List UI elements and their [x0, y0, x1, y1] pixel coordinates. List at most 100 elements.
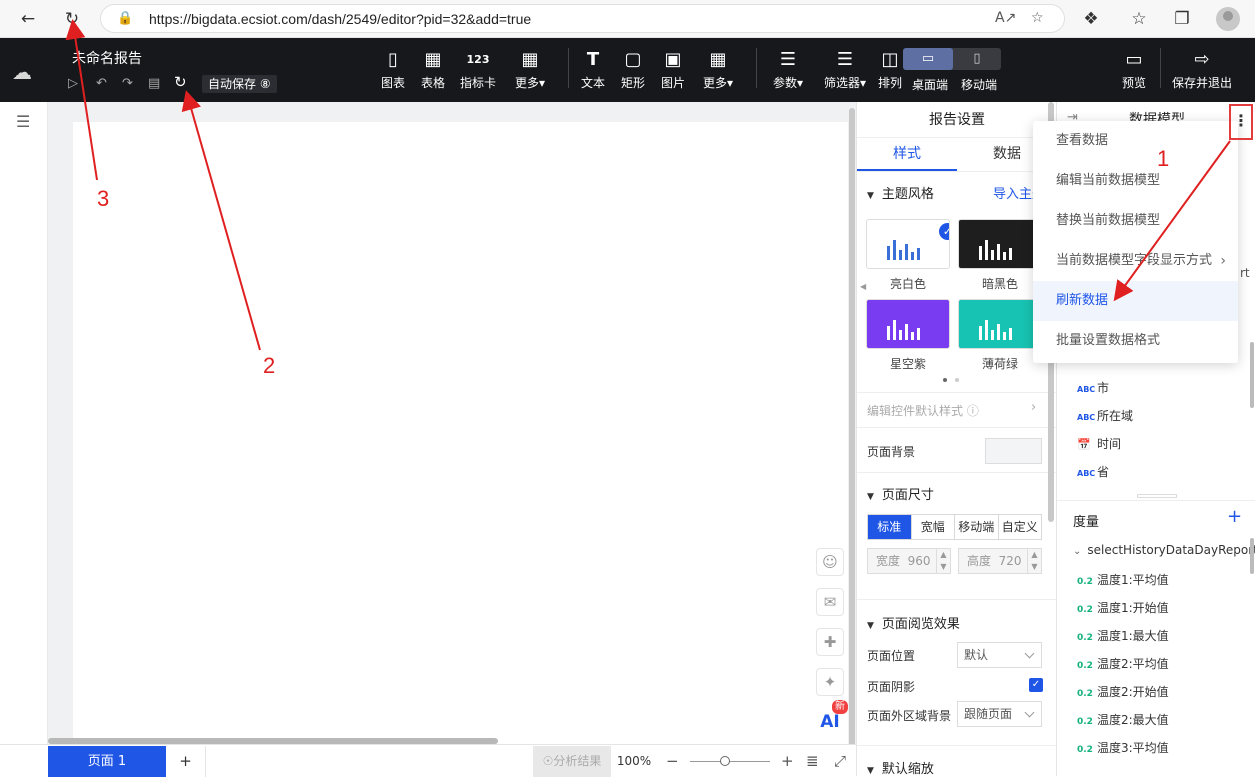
measure-field[interactable]: 0.2 温度2:最大值: [1077, 711, 1169, 728]
fit-width-icon[interactable]: ≣: [806, 746, 819, 777]
mobile-label[interactable]: 移动端: [961, 76, 997, 93]
zoom-slider-track[interactable]: [690, 761, 770, 762]
magic-wand-icon[interactable]: ✦: [816, 668, 844, 696]
width-stepper[interactable]: ▲ ▼: [936, 549, 950, 573]
more-charts-button[interactable]: ▦ 更多▾: [507, 48, 553, 96]
more-options-button[interactable]: ⋮: [1229, 104, 1253, 140]
page-shadow-checkbox[interactable]: ✓: [1029, 678, 1043, 692]
autosave-toggle[interactable]: 自动保存 ⑧: [202, 75, 277, 93]
filter-button[interactable]: ☰ 筛选器▾: [822, 48, 868, 96]
comment-icon[interactable]: ✉: [816, 588, 844, 616]
add-measure-button[interactable]: +: [1227, 506, 1242, 527]
redo-icon[interactable]: ↷: [122, 76, 133, 91]
expand-panel-icon[interactable]: ☰: [16, 112, 30, 131]
measure-scrollbar[interactable]: [1250, 538, 1254, 574]
default-zoom-section-header[interactable]: ▼ 默认缩放: [867, 758, 934, 777]
more-elements-button[interactable]: ▦ 更多▾: [695, 48, 741, 96]
dimension-field[interactable]: ABC 省: [1077, 463, 1109, 480]
favorites-icon[interactable]: ☆: [1125, 5, 1153, 33]
size-mobile-option[interactable]: 移动端: [955, 515, 999, 539]
dimension-field[interactable]: ABC 所在域: [1077, 407, 1133, 424]
add-page-button[interactable]: +: [166, 746, 206, 777]
theme-light[interactable]: ✓: [866, 219, 950, 269]
extensions-icon[interactable]: ❖: [1077, 5, 1105, 33]
back-arrow-icon[interactable]: ←: [14, 5, 42, 33]
menu-item-field-display[interactable]: 当前数据模型字段显示方式 ›: [1033, 241, 1238, 281]
carousel-dot[interactable]: [955, 378, 959, 382]
zoom-in-button[interactable]: +: [781, 746, 794, 777]
resize-handle[interactable]: [1137, 494, 1177, 498]
dimension-scrollbar[interactable]: [1250, 342, 1254, 408]
dimension-field[interactable]: ABC 市: [1077, 379, 1109, 396]
table-button[interactable]: ▦ 表格: [410, 48, 456, 96]
tab-style[interactable]: 样式: [857, 138, 957, 171]
shield-add-icon[interactable]: ✚: [816, 628, 844, 656]
measure-field[interactable]: 0.2 温度3:平均值: [1077, 739, 1169, 756]
page-tab[interactable]: 页面 1: [48, 746, 166, 777]
report-page[interactable]: [73, 122, 848, 744]
reload-icon[interactable]: ↻: [58, 5, 86, 33]
measure-field[interactable]: 0.2 温度2:开始值: [1077, 683, 1169, 700]
annotation-label-3: 3: [97, 186, 110, 211]
width-input[interactable]: 宽度 960 ▲ ▼: [867, 548, 951, 574]
carousel-dot[interactable]: [943, 378, 947, 382]
dimension-field[interactable]: 📅 时间: [1077, 435, 1121, 452]
preview-button[interactable]: ▭ 预览: [1111, 48, 1157, 96]
theme-bar: [1009, 248, 1012, 260]
dataset-node[interactable]: ⌄ selectHistoryDataDayReport: [1073, 543, 1255, 557]
undo-icon[interactable]: ↶: [96, 76, 107, 91]
theme-section-header[interactable]: ▼ 主题风格: [867, 183, 934, 202]
measure-field[interactable]: 0.2 温度1:平均值: [1077, 571, 1169, 588]
height-stepper[interactable]: ▲ ▼: [1027, 549, 1041, 573]
size-custom-option[interactable]: 自定义: [999, 515, 1042, 539]
menu-item-refresh-data[interactable]: 刷新数据: [1033, 281, 1238, 321]
fullscreen-icon[interactable]: ⤢: [834, 746, 846, 777]
mobile-device-button[interactable]: ▯: [953, 48, 1001, 70]
page-bg-color-picker[interactable]: [985, 438, 1042, 464]
outer-bg-select[interactable]: 跟随页面: [957, 701, 1042, 727]
browse-effect-section-header[interactable]: ▼ 页面阅览效果: [867, 613, 960, 632]
collections-icon[interactable]: ❐: [1168, 5, 1196, 33]
report-title[interactable]: 未命名报告: [72, 48, 142, 68]
measure-field[interactable]: 0.2 温度1:开始值: [1077, 599, 1169, 616]
page-position-select[interactable]: 默认: [957, 642, 1042, 668]
metric-card-button[interactable]: 123 指标卡: [455, 48, 501, 96]
arrange-button[interactable]: ◫排列▾: [878, 48, 902, 96]
carousel-left-icon[interactable]: ◀: [860, 282, 866, 291]
address-bar[interactable]: 🔒 https://bigdata.ecsiot.com/dash/2549/e…: [100, 4, 1065, 33]
page-size-section-header[interactable]: ▼ 页面尺寸: [867, 484, 934, 503]
canvas-vertical-scrollbar[interactable]: [849, 108, 855, 748]
measure-field[interactable]: 0.2 温度1:最大值: [1077, 627, 1169, 644]
analyze-button[interactable]: ☉分析结果: [533, 746, 611, 777]
image-button[interactable]: ▣ 图片: [650, 48, 696, 96]
device-switch: ▭ ▯: [903, 48, 1001, 70]
profile-avatar[interactable]: [1216, 7, 1240, 31]
format-brush-icon[interactable]: ▤: [148, 76, 160, 91]
refresh-icon[interactable]: ↻: [174, 73, 187, 91]
desktop-device-button[interactable]: ▭: [903, 48, 953, 70]
menu-item-edit-model[interactable]: 编辑当前数据模型: [1033, 161, 1238, 201]
menu-item-batch-format[interactable]: 批量设置数据格式: [1033, 321, 1238, 361]
theme-bar: [893, 240, 896, 260]
menu-item-replace-model[interactable]: 替换当前数据模型: [1033, 201, 1238, 241]
theme-mint[interactable]: [958, 299, 1042, 349]
theme-dark[interactable]: [958, 219, 1042, 269]
height-input[interactable]: 高度 720 ▲ ▼: [958, 548, 1042, 574]
theme-purple[interactable]: [866, 299, 950, 349]
size-wide-option[interactable]: 宽幅: [912, 515, 955, 539]
read-aloud-icon[interactable]: A↗: [995, 10, 1016, 26]
ai-assistant-button[interactable]: AI 新: [816, 700, 848, 736]
zoom-slider-handle[interactable]: [720, 756, 730, 766]
cloud-logo-icon[interactable]: ☁: [12, 60, 32, 84]
edit-default-style-row[interactable]: 编辑控件默认样式 ⓘ: [867, 402, 979, 419]
robot-icon[interactable]: ☺: [816, 548, 844, 576]
size-standard-option[interactable]: 标准: [868, 515, 912, 539]
add-favorite-icon[interactable]: ☆: [1031, 10, 1044, 26]
save-exit-button[interactable]: ⇨ 保存并退出: [1170, 48, 1234, 96]
desktop-label[interactable]: 桌面端: [912, 76, 948, 93]
zoom-out-button[interactable]: −: [666, 746, 679, 777]
params-button[interactable]: ☰ 参数▾: [765, 48, 811, 96]
play-icon[interactable]: ▷: [68, 76, 78, 91]
menu-item-view-data[interactable]: 查看数据: [1033, 121, 1238, 161]
measure-field[interactable]: 0.2 温度2:平均值: [1077, 655, 1169, 672]
